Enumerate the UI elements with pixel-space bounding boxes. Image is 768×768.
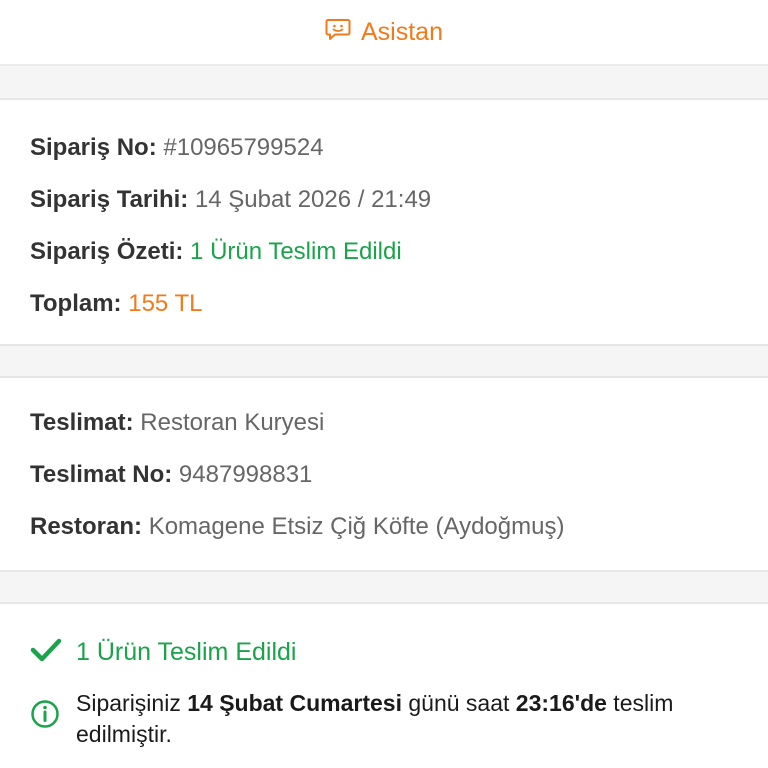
order-summary-value: 1 Ürün Teslim Edildi xyxy=(190,238,402,265)
delivery-info-card: Teslimat: Restoran Kuryesi Teslimat No: … xyxy=(0,378,768,572)
delivery-number-value: 9487998831 xyxy=(178,461,313,488)
order-number-row: Sipariş No: #10965799524 xyxy=(30,135,768,161)
order-total-row: Toplam: 155 TL xyxy=(30,291,768,317)
delivery-type-row: Teslimat: Restoran Kuryesi xyxy=(30,410,768,436)
section-divider xyxy=(0,572,768,604)
delivery-status-title: 1 Ürün Teslim Edildi xyxy=(76,638,297,666)
chat-bubble-icon xyxy=(325,18,351,47)
section-divider xyxy=(0,66,768,100)
delivery-status-card: 1 Ürün Teslim Edildi Siparişiniz 14 Şuba… xyxy=(0,604,768,750)
info-icon xyxy=(30,699,60,734)
section-divider xyxy=(0,346,768,378)
restaurant-label: Restoran: xyxy=(30,513,143,540)
order-total-label: Toplam: xyxy=(30,290,122,317)
checkmark-icon xyxy=(30,637,62,668)
delivery-type-label: Teslimat: xyxy=(30,409,134,436)
delivery-type-value: Restoran Kuryesi xyxy=(140,409,325,436)
delivery-notice: Siparişiniz 14 Şubat Cumartesi günü saat… xyxy=(30,688,768,750)
order-summary-label: Sipariş Özeti: xyxy=(30,238,184,265)
order-total-value: 155 TL xyxy=(128,290,203,317)
order-number-value: #10965799524 xyxy=(163,134,324,161)
order-number-label: Sipariş No: xyxy=(30,134,157,161)
assistant-button[interactable]: Asistan xyxy=(325,18,443,47)
order-summary-row: Sipariş Özeti: 1 Ürün Teslim Edildi xyxy=(30,239,768,265)
restaurant-value: Komagene Etsiz Çiğ Köfte (Aydoğmuş) xyxy=(148,513,565,540)
order-date-value: 14 Şubat 2026 / 21:49 xyxy=(194,186,432,213)
delivery-number-label: Teslimat No: xyxy=(30,461,173,488)
order-info-card: Sipariş No: #10965799524 Sipariş Tarihi:… xyxy=(0,100,768,346)
restaurant-row: Restoran: Komagene Etsiz Çiğ Köfte (Aydo… xyxy=(30,514,768,540)
delivery-status-row: 1 Ürün Teslim Edildi xyxy=(30,637,768,668)
delivery-notice-text: Siparişiniz 14 Şubat Cumartesi günü saat… xyxy=(76,690,674,747)
assistant-header: Asistan xyxy=(0,0,768,66)
order-date-row: Sipariş Tarihi: 14 Şubat 2026 / 21:49 xyxy=(30,187,768,213)
delivery-number-row: Teslimat No: 9487998831 xyxy=(30,462,768,488)
order-date-label: Sipariş Tarihi: xyxy=(30,186,189,213)
assistant-label: Asistan xyxy=(361,17,443,46)
